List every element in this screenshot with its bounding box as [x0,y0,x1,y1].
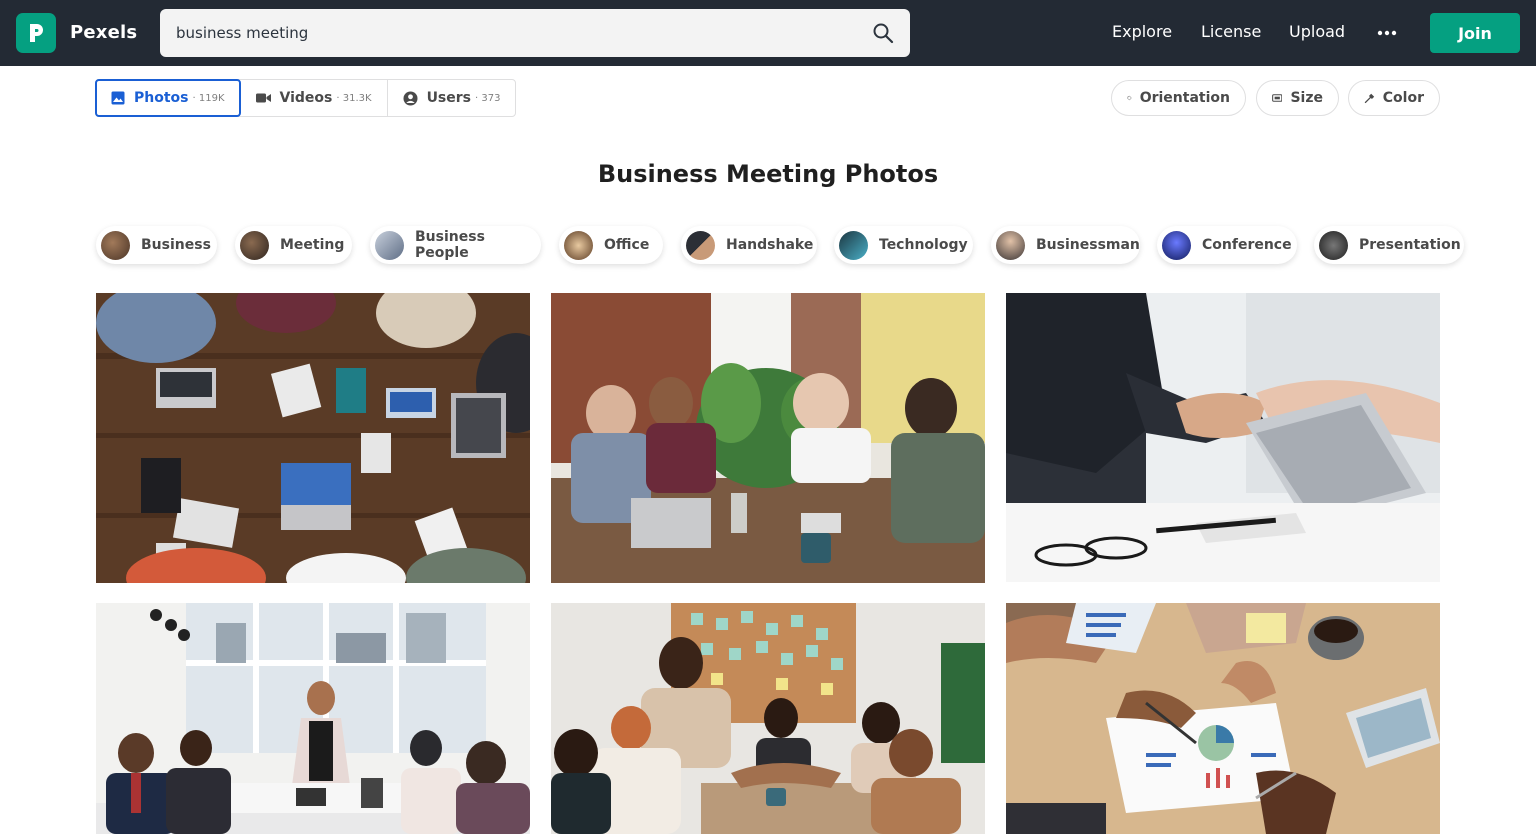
tab-label: Users [426,90,471,106]
photo-image [96,293,530,583]
photo-image [551,603,985,834]
chip-label: Businessman [1036,237,1140,253]
image-icon [111,91,125,105]
video-icon [255,93,271,103]
search-input[interactable] [176,9,856,57]
photo-card[interactable] [1006,603,1440,834]
chip-thumbnail [240,230,269,260]
eyedropper-icon [1364,93,1375,103]
chip-thumbnail [101,230,130,260]
related-chip-conference[interactable]: Conference [1157,226,1297,264]
chip-label: Technology [879,237,968,253]
tab-videos[interactable]: Videos · 31.3K [241,80,388,116]
page-title: Business Meeting Photos [597,160,939,188]
filter-label: Size [1290,90,1323,106]
related-chip-handshake[interactable]: Handshake [681,226,817,264]
chip-thumbnail [564,230,593,260]
chip-thumbnail [1162,230,1191,260]
tab-label: Photos [134,90,189,106]
related-chip-businessman[interactable]: Businessman [991,226,1140,264]
related-chip-office[interactable]: Office [559,226,663,264]
photo-image [1006,293,1440,582]
chip-label: Presentation [1359,237,1461,253]
related-chip-meeting[interactable]: Meeting [235,226,352,264]
filter-label: Color [1382,90,1424,106]
size-filter-button[interactable]: Size [1256,80,1339,116]
orientation-filter-button[interactable]: Orientation [1111,80,1246,116]
tab-count: · 373 [475,92,501,104]
pexels-logo-icon[interactable] [16,13,56,53]
chip-label: Business People [415,229,485,261]
search-bar [160,9,910,57]
more-options-icon[interactable] [1376,24,1398,42]
related-chip-technology[interactable]: Technology [834,226,973,264]
media-type-tabs: Photos · 119K Videos · 31.3K Users · 373 [95,79,517,117]
tab-photos[interactable]: Photos · 119K [95,79,241,117]
photo-card[interactable] [96,293,530,583]
photo-card[interactable] [551,293,985,583]
chip-thumbnail [839,230,868,260]
photo-card[interactable] [1006,293,1440,582]
nav-upload[interactable]: Upload [1289,22,1345,41]
filter-label: Orientation [1139,90,1230,106]
related-chip-business-people[interactable]: Business People [370,226,541,264]
photo-card[interactable] [551,603,985,834]
tab-count: · 119K [192,92,225,104]
chip-label: Conference [1202,237,1292,253]
chip-thumbnail [686,230,715,260]
orientation-icon [1127,95,1132,101]
size-icon [1272,94,1283,102]
user-icon [403,91,418,105]
photo-image [96,603,530,834]
tab-count: · 31.3K [336,92,372,104]
photo-card[interactable] [96,603,530,834]
chip-thumbnail [1319,230,1348,260]
photo-image [1006,603,1440,834]
chip-label: Handshake [726,237,814,253]
tab-users[interactable]: Users · 373 [388,80,516,116]
chip-label: Office [604,237,650,253]
chip-label: Business [141,237,211,253]
chip-thumbnail [375,230,404,260]
nav-explore[interactable]: Explore [1112,22,1172,41]
chip-label: Meeting [280,237,345,253]
nav-license[interactable]: License [1201,22,1261,41]
photo-image [551,293,985,583]
tab-label: Videos [279,90,333,106]
chip-thumbnail [996,230,1025,260]
join-button[interactable]: Join [1430,13,1520,53]
color-filter-button[interactable]: Color [1348,80,1440,116]
related-chip-presentation[interactable]: Presentation [1314,226,1464,264]
related-chip-business[interactable]: Business [96,226,217,264]
search-icon[interactable] [872,22,894,44]
top-nav-bar: Pexels Explore License Upload Join [0,0,1536,66]
brand-name[interactable]: Pexels [70,22,137,43]
